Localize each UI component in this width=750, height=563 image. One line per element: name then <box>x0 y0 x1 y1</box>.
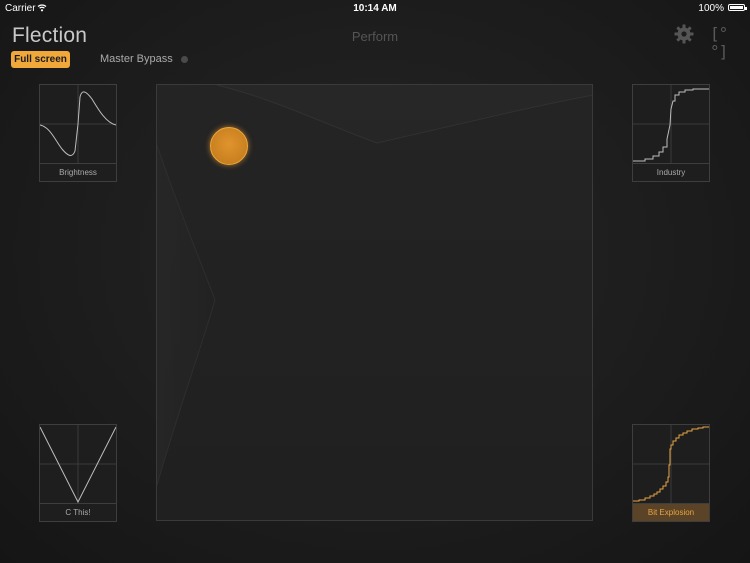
clock: 10:14 AM <box>353 3 397 14</box>
status-bar: Carrier 10:14 AM 100% <box>0 0 750 16</box>
effect-label: Brightness <box>40 163 116 181</box>
master-bypass-label[interactable]: Master Bypass <box>100 53 173 65</box>
effect-slot-industry[interactable]: Industry <box>632 84 710 182</box>
master-bypass-indicator[interactable] <box>181 56 188 63</box>
c-this-curve-graph <box>40 425 116 503</box>
bracket-icon[interactable]: [°°] <box>710 25 740 61</box>
industry-curve-graph <box>633 85 709 163</box>
battery-percent: 100% <box>698 3 724 14</box>
effect-label: C This! <box>40 503 116 521</box>
effect-label: Bit Explosion <box>633 503 709 521</box>
gear-icon[interactable] <box>674 24 694 44</box>
effect-slot-c-this[interactable]: C This! <box>39 424 117 522</box>
brightness-curve-graph <box>40 85 116 163</box>
bit-explosion-curve-graph <box>633 425 709 503</box>
effect-slot-bit-explosion[interactable]: Bit Explosion <box>632 424 710 522</box>
battery-icon <box>728 4 747 11</box>
fullscreen-button[interactable]: Full screen <box>11 51 70 68</box>
xy-pad-puck[interactable] <box>210 127 248 165</box>
effect-slot-brightness[interactable]: Brightness <box>39 84 117 182</box>
page-title: Perform <box>351 29 399 44</box>
effect-label: Industry <box>633 163 709 181</box>
